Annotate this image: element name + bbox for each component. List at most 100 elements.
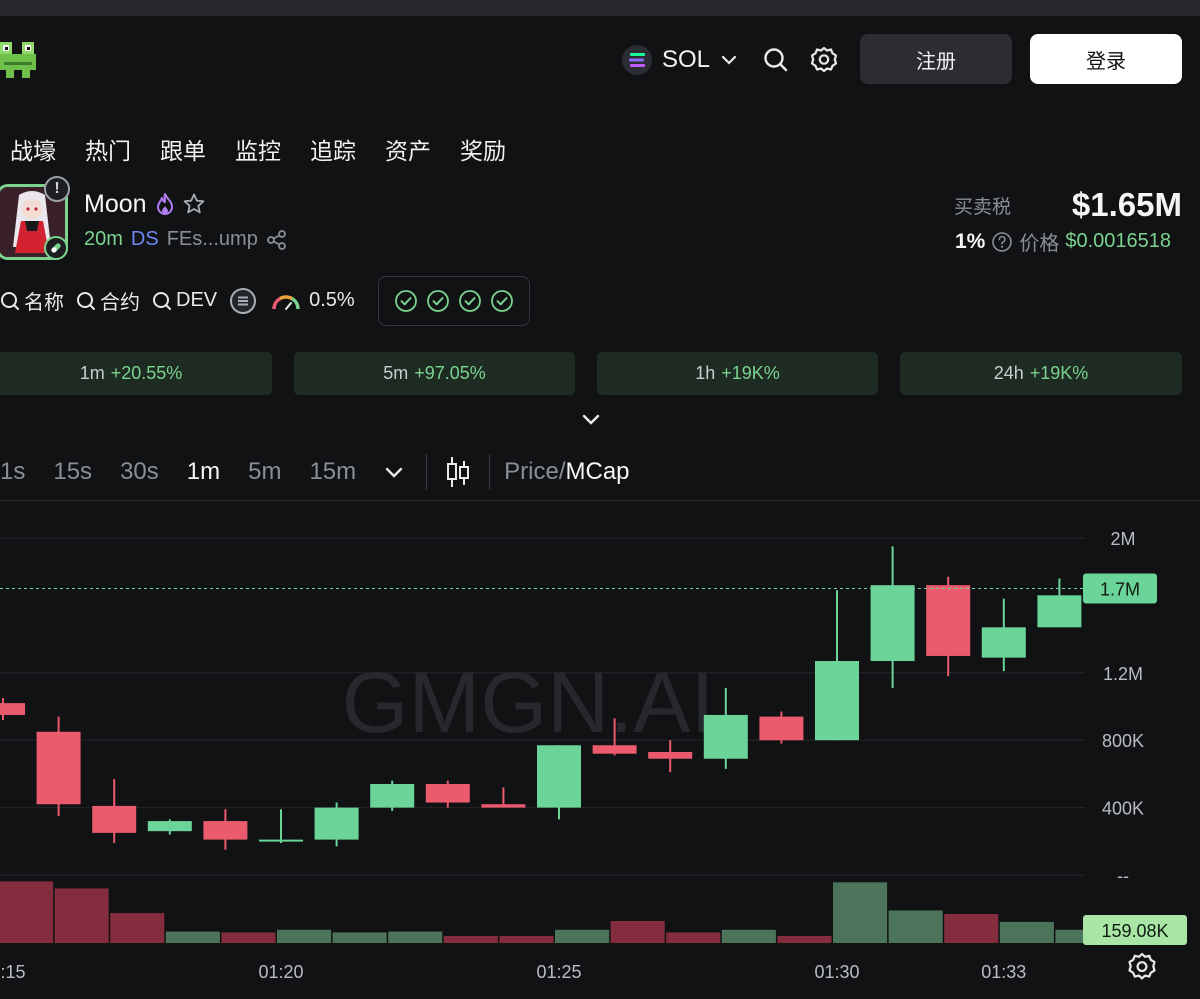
audit-checks[interactable] [378,276,530,326]
candle-body [370,784,415,808]
period-label: 1h [695,363,716,383]
register-button[interactable]: 注册 [860,34,1012,84]
candlestick-chart[interactable]: 2M 1.2M 800K 400K -- GMGN.AI 1.7M 159.08K 01:15 0… [0,500,1200,999]
y-tick-label: 1.2M [1103,664,1143,684]
main-nav: 战壕 热门 跟单 监控 追踪 资产 奖励 [10,132,506,166]
check-circle-icon [427,290,449,312]
volume-bar [888,910,943,943]
candle-body [1037,595,1082,628]
gear-icon [810,46,838,73]
fire-icon [157,193,173,215]
volume-bar [165,931,220,943]
period-change-24h[interactable]: 24h +19K% [900,352,1182,395]
volume-bar [610,921,665,943]
y-tick-label: 2M [1110,529,1135,549]
login-button[interactable]: 登录 [1030,34,1182,84]
nav-item-monitor[interactable]: 监控 [235,132,281,166]
chart-toolbar: 1s 15s 30s 1m 5m 15m Price/MCap [0,452,630,492]
period-change-5m[interactable]: 5m +97.05% [294,352,575,395]
nav-item-assets[interactable]: 资产 [385,132,431,166]
timeframe-15m[interactable]: 15m [309,458,356,486]
chart-settings-gear-icon[interactable] [1128,952,1156,980]
price-label: 价格 [1019,233,1060,255]
nav-item-trenches[interactable]: 战壕 [10,132,56,166]
candlestick-icon[interactable] [445,455,471,489]
volume-bar [388,931,443,943]
timeframe-30s[interactable]: 30s [120,458,159,486]
window-top-strip [0,0,1200,16]
security-checks-row: 名称 合约 DEV 0.5% [0,286,369,315]
candle-body [259,839,303,842]
settings-button[interactable] [806,42,842,78]
x-tick-label: 01:15 [0,962,26,982]
search-button[interactable] [758,42,794,78]
price-mcap-toggle[interactable]: Price/MCap [504,458,629,486]
volume-bar [833,882,888,943]
price-toggle-label: Price [504,458,559,485]
nav-item-trending[interactable]: 热门 [85,132,131,166]
toolbar-divider [426,454,428,490]
dexscreener-link[interactable]: DS [131,228,159,251]
y-tick-label: -- [1117,866,1129,886]
search-dev-button[interactable]: DEV [152,289,217,312]
volume-label: 159.08K [1101,921,1168,941]
period-label: 24h [993,363,1024,383]
star-icon[interactable] [182,192,206,216]
timeframe-1s[interactable]: 1s [0,458,25,486]
candle-body [92,805,137,833]
token-age: 20m [84,228,123,250]
timeframe-5m[interactable]: 5m [248,458,281,486]
candle-body [203,821,248,840]
search-name-button[interactable]: 名称 [0,286,64,315]
nav-item-rewards[interactable]: 奖励 [460,132,506,166]
timeframe-1m[interactable]: 1m [187,458,220,486]
chain-label: SOL [662,46,711,73]
period-change: +20.55% [110,363,183,383]
candle-body [425,784,470,803]
nav-item-track[interactable]: 追踪 [310,132,356,166]
search-icon [764,48,788,72]
period-change-1m[interactable]: 1m +20.55% [0,352,272,395]
volume-bar [555,929,610,943]
chain-selector[interactable]: SOL [622,42,738,78]
volume-bar [221,932,276,943]
timeframe-15s[interactable]: 15s [53,458,92,486]
watermark: GMGN.AI [342,655,715,751]
frog-logo-icon[interactable] [0,38,38,84]
volume-bar [54,888,109,943]
warning-icon[interactable]: ! [44,176,70,202]
period-change-1h[interactable]: 1h +19K% [597,352,878,395]
help-icon[interactable] [991,231,1013,253]
volume-bar [332,932,387,943]
toolbar-divider [489,454,491,490]
candle-body [481,804,526,808]
current-value-label: 1.7M [1100,580,1140,600]
timeframe-chevron-down-icon[interactable] [384,462,404,482]
pump-pill-icon [44,236,68,260]
market-cap-value: $1.65M [1071,186,1182,223]
search-icon [153,291,171,310]
period-label: 1m [79,363,105,383]
expand-chevron-icon[interactable] [580,408,602,430]
volume-bar [0,881,54,943]
volume-bar [721,929,776,943]
holders-icon[interactable] [229,287,257,315]
gear-outline [1128,952,1156,980]
contract-check-label: 合约 [100,292,140,314]
nav-item-copytrade[interactable]: 跟单 [160,132,206,166]
dev-check-label: DEV [176,289,218,311]
chevron-down-icon [721,55,737,65]
candle-body [815,661,859,741]
price-value: $0.0016518 [1065,230,1172,252]
candle-body [537,745,581,808]
candle-body [703,714,748,759]
token-address[interactable]: FEs...ump [167,228,258,251]
search-contract-button[interactable]: 合约 [76,286,140,315]
y-tick-label: 400K [1102,799,1144,819]
candle-body [36,731,81,805]
price-row: 1% 价格 $0.0016518 [955,227,1171,256]
period-label: 5m [383,363,409,383]
check-circle-icon [459,290,481,312]
period-change: +19K% [721,363,780,383]
share-icon[interactable] [266,229,288,251]
